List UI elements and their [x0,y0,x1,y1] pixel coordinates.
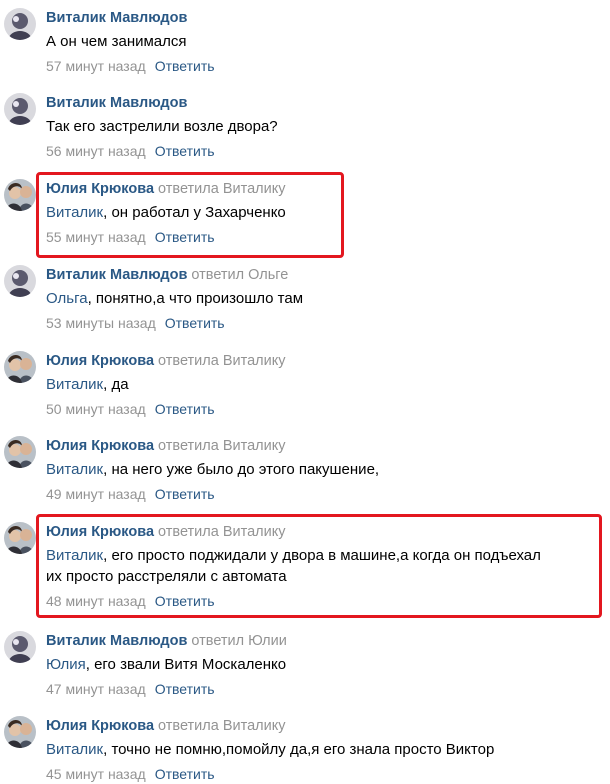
reply-link[interactable]: Ответить [155,593,215,609]
author-name[interactable]: Виталик Мавлюдов [46,267,187,283]
mention-link[interactable]: Ольга [46,290,88,307]
author-name[interactable]: Виталик Мавлюдов [46,10,187,26]
replied-to[interactable]: ответила Виталику [158,718,285,734]
avatar[interactable] [4,351,36,383]
mention-link[interactable]: Виталик [46,547,103,564]
mention-link[interactable]: Виталик [46,376,103,393]
author-name[interactable]: Виталик Мавлюдов [46,633,187,649]
mention-link[interactable]: Виталик [46,461,103,478]
timestamp[interactable]: 45 минут назад [46,766,146,782]
comment-text: Юлия, его звали Витя Москаленко [46,656,287,673]
author-name[interactable]: Юлия Крюкова [46,524,154,540]
timestamp[interactable]: 57 минут назад [46,58,146,74]
replied-to[interactable]: ответила Виталику [158,353,285,369]
timestamp[interactable]: 53 минуты назад [46,315,156,331]
mention-link[interactable]: Юлия [46,656,86,673]
reply-link[interactable]: Ответить [155,401,215,417]
comment-text: Ольга, понятно,а что произошло там [46,290,304,307]
reply-link[interactable]: Ответить [155,229,215,245]
mention-link[interactable]: Виталик [46,741,103,758]
reply-link[interactable]: Ответить [155,681,215,697]
comment-text: Виталик, да [46,376,129,393]
avatar[interactable] [4,436,36,468]
avatar[interactable] [4,265,36,297]
reply-link[interactable]: Ответить [155,486,215,502]
replied-to[interactable]: ответила Виталику [158,438,285,454]
avatar[interactable] [4,716,36,748]
replied-to[interactable]: ответил Юлии [191,633,286,649]
comment-text: Виталик, точно не помню,помойлу да,я его… [46,741,495,758]
reply-link[interactable]: Ответить [165,315,225,331]
replied-to[interactable]: ответила Виталику [158,524,285,540]
reply-link[interactable]: Ответить [155,766,215,782]
mention-link[interactable]: Виталик [46,204,103,221]
timestamp[interactable]: 56 минут назад [46,143,146,159]
comment-text: Так его застрелили возле двора? [46,118,278,135]
author-name[interactable]: Юлия Крюкова [46,181,154,197]
comment-text: Виталик, он работал у Захарченко [46,204,286,221]
comment-text: А он чем занимался [46,33,187,50]
timestamp[interactable]: 50 минут назад [46,401,146,417]
reply-link[interactable]: Ответить [155,143,215,159]
reply-link[interactable]: Ответить [155,58,215,74]
avatar[interactable] [4,8,36,40]
author-name[interactable]: Юлия Крюкова [46,718,154,734]
author-name[interactable]: Юлия Крюкова [46,438,154,454]
timestamp[interactable]: 55 минут назад [46,229,146,245]
replied-to[interactable]: ответил Ольге [191,267,288,283]
avatar[interactable] [4,179,36,211]
avatar[interactable] [4,93,36,125]
timestamp[interactable]: 49 минут назад [46,486,146,502]
comment-text: Виталик, его просто поджидали у двора в … [46,547,541,585]
avatar[interactable] [4,631,36,663]
comment-text: Виталик, на него уже было до этого пакуш… [46,461,380,478]
timestamp[interactable]: 47 минут назад [46,681,146,697]
timestamp[interactable]: 48 минут назад [46,593,146,609]
replied-to[interactable]: ответила Виталику [158,181,285,197]
avatar[interactable] [4,522,36,554]
author-name[interactable]: Юлия Крюкова [46,353,154,369]
author-name[interactable]: Виталик Мавлюдов [46,95,187,111]
